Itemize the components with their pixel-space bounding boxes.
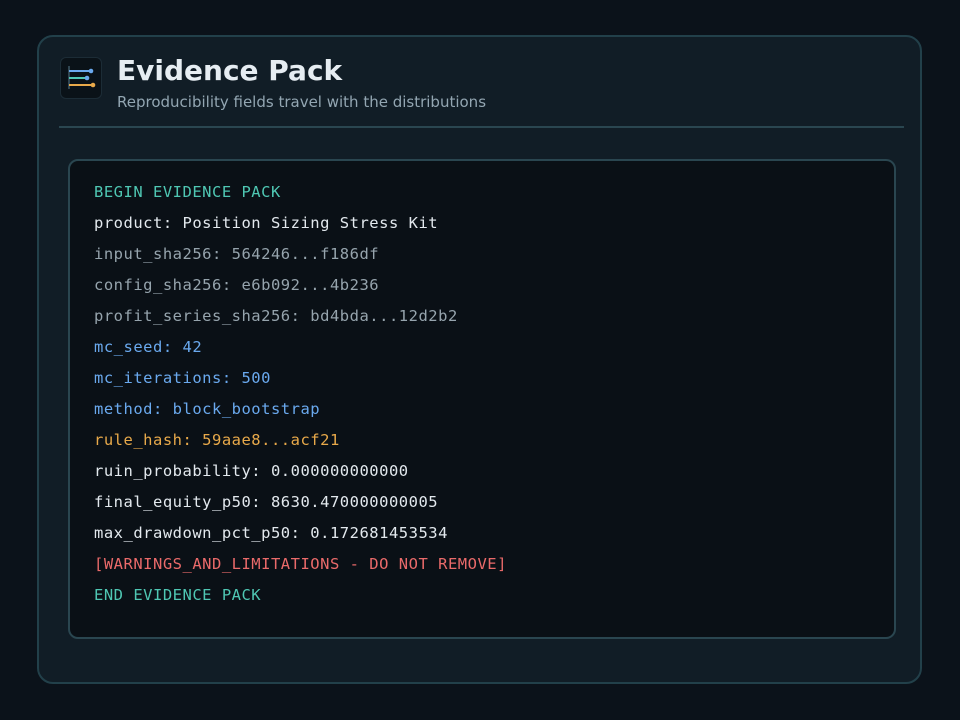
pack-max-drawdown-p50: max_drawdown_pct_p50: 0.172681453534 <box>94 524 448 542</box>
page-subtitle: Reproducibility fields travel with the d… <box>117 93 487 111</box>
pack-warnings-marker: [WARNINGS_AND_LIMITATIONS - DO NOT REMOV… <box>94 555 507 573</box>
header-divider <box>59 126 904 128</box>
pack-begin-marker: BEGIN EVIDENCE PACK <box>94 183 281 201</box>
evidence-pack-panel: BEGIN EVIDENCE PACK product: Position Si… <box>68 159 896 639</box>
pack-profit-series-sha256: profit_series_sha256: bd4bda...12d2b2 <box>94 307 458 325</box>
pack-mc-iterations: mc_iterations: 500 <box>94 369 271 387</box>
pack-ruin-probability: ruin_probability: 0.000000000000 <box>94 462 409 480</box>
pack-config-sha256: config_sha256: e6b092...4b236 <box>94 276 380 294</box>
page-title: Evidence Pack <box>117 54 343 87</box>
evidence-pack-lines: BEGIN EVIDENCE PACK product: Position Si… <box>94 177 507 611</box>
pack-end-marker: END EVIDENCE PACK <box>94 586 262 604</box>
pack-method: method: block_bootstrap <box>94 400 321 418</box>
evidence-pack-card: Evidence Pack Reproducibility fields tra… <box>37 35 922 684</box>
pack-final-equity-p50: final_equity_p50: 8630.470000000005 <box>94 493 439 511</box>
pack-input-sha256: input_sha256: 564246...f186df <box>94 245 380 263</box>
pack-product: product: Position Sizing Stress Kit <box>94 214 439 232</box>
pack-rule-hash: rule_hash: 59aae8...acf21 <box>94 431 340 449</box>
sliders-chart-icon <box>60 57 102 99</box>
pack-mc-seed: mc_seed: 42 <box>94 338 203 356</box>
